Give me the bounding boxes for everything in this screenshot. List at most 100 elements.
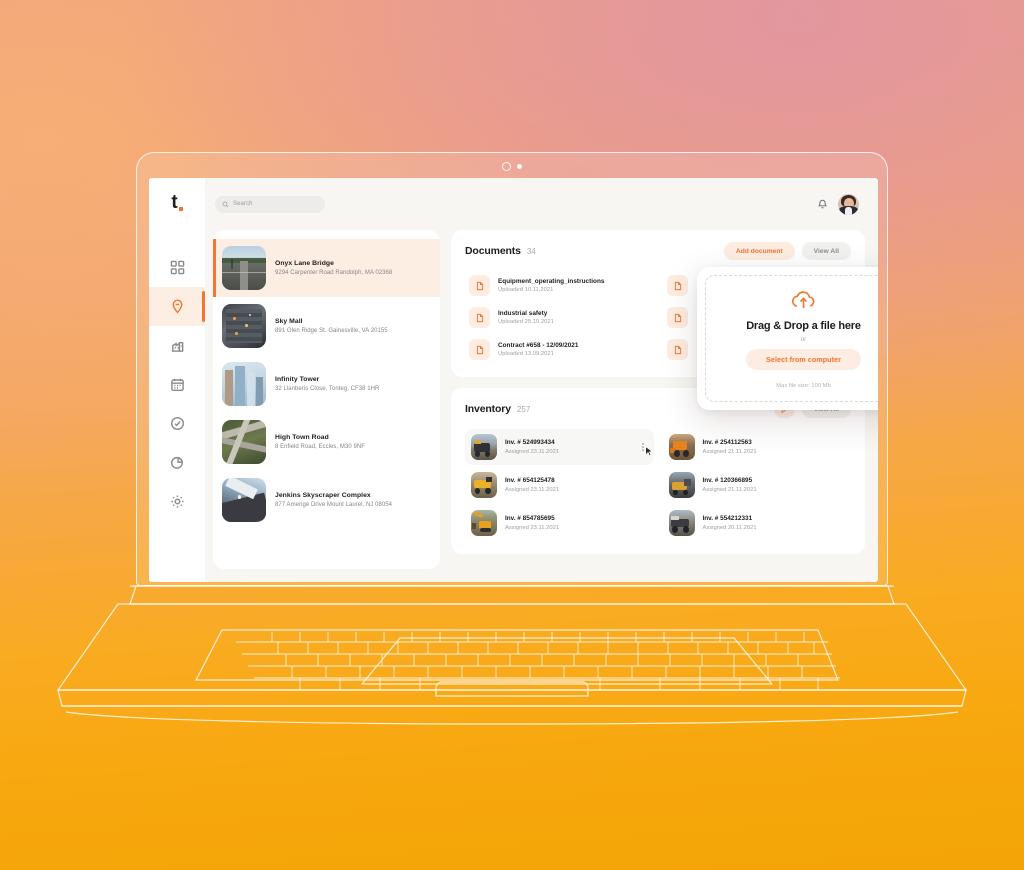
sidebar-item-tasks[interactable]	[149, 404, 205, 443]
document-name: Equipment_operating_instructions	[498, 277, 605, 285]
bell-icon	[817, 199, 828, 208]
document-item[interactable]: Equipment_operating_instructions Uploade…	[465, 271, 653, 300]
property-address: 8 Enfield Road, Eccles, M30 9NF	[275, 444, 365, 450]
upload-max-size: Max file size: 100 Mb	[776, 382, 831, 389]
document-item[interactable]: Industrial safety Uploaded 25.10.2021	[465, 303, 653, 332]
sidebar-nav	[149, 248, 205, 521]
sidebar-item-dashboard[interactable]	[149, 248, 205, 287]
select-from-computer-button[interactable]: Select from computer	[746, 348, 861, 370]
search-placeholder: Search	[233, 201, 253, 207]
property-list-item[interactable]: Sky Mall 891 Glen Ridge St. Gainesville,…	[213, 297, 440, 355]
app-logo[interactable]: t	[171, 192, 183, 213]
sidebar-item-sites[interactable]	[149, 326, 205, 365]
property-list-item[interactable]: High Town Road 8 Enfield Road, Eccles, M…	[213, 413, 440, 471]
inventory-name: Inv. # 854785695	[505, 515, 555, 523]
calendar-icon	[170, 378, 184, 392]
documents-title: Documents	[465, 245, 521, 257]
inventory-text: Inv. # 254112563 Assigned 21.11.2021	[703, 439, 757, 455]
document-text: Equipment_operating_instructions Uploade…	[498, 278, 604, 294]
properties-panel: Onyx Lane Bridge 9294 Carpenter Road Ran…	[213, 230, 440, 569]
document-name: Contract #658 - 12/09/2021	[498, 341, 579, 349]
property-thumbnail	[222, 478, 266, 522]
inventory-text: Inv. # 854785695 Assigned 23.11.2021	[505, 515, 559, 531]
avatar[interactable]	[838, 193, 859, 215]
upload-modal[interactable]: Drag & Drop a file here or Select from c…	[697, 267, 878, 410]
mouse-cursor	[645, 446, 654, 458]
documents-view-all-button[interactable]: View All	[801, 242, 851, 260]
document-file-icon	[469, 275, 490, 296]
document-item[interactable]: Contract #658 - 12/09/2021 Uploaded 13.0…	[465, 335, 653, 364]
property-text: Jenkins Skyscraper Complex 877 Amerige D…	[275, 492, 392, 508]
inventory-item[interactable]: Inv. # 524993434 Assigned 23.11.2021	[465, 429, 654, 465]
property-list-item[interactable]: Infinity Tower 32 Llanberis Close, Tonte…	[213, 355, 440, 413]
search-box[interactable]: Search	[215, 195, 325, 213]
property-address: 9294 Carpenter Road Randolph, MA 02368	[275, 270, 393, 276]
top-bar-actions	[817, 193, 863, 215]
sidebar: t	[149, 178, 205, 582]
inventory-panel: Inventory 257 View All	[451, 388, 865, 554]
property-thumbnail	[222, 304, 266, 348]
inventory-item[interactable]: Inv. # 254112563 Assigned 21.11.2021	[663, 429, 852, 465]
documents-actions: Add document View All	[723, 242, 851, 260]
property-thumbnail	[222, 246, 266, 290]
laptop-base	[0, 560, 1024, 745]
inventory-list: Inv. # 524993434 Assigned 23.11.2021 Inv…	[465, 429, 851, 541]
document-file-icon	[469, 339, 490, 360]
upload-dropzone[interactable]: Drag & Drop a file here or Select from c…	[705, 275, 878, 402]
camera-indicator-dot	[517, 164, 522, 169]
sidebar-item-projects[interactable]	[149, 287, 205, 326]
inventory-assigned: Assigned 23.11.2021	[505, 486, 560, 493]
inventory-item[interactable]: Inv. # 654125478 Assigned 23.11.2021	[465, 467, 654, 503]
property-list-item[interactable]: Jenkins Skyscraper Complex 877 Amerige D…	[213, 471, 440, 529]
inventory-title: Inventory	[465, 403, 511, 415]
cloud-upload-icon	[789, 289, 818, 311]
inventory-assigned: Assigned 23.11.2021	[505, 524, 560, 531]
inventory-item[interactable]: Inv. # 854785695 Assigned 23.11.2021	[465, 505, 654, 541]
documents-header: Documents 34 Add document View All	[465, 242, 851, 260]
inventory-thumbnail	[471, 472, 497, 498]
property-title: Jenkins Skyscraper Complex	[275, 492, 371, 499]
property-title: High Town Road	[275, 434, 329, 441]
upload-title: Drag & Drop a file here	[746, 319, 861, 332]
camera-icon	[502, 162, 511, 171]
top-bar: Search	[213, 178, 865, 230]
document-file-icon	[667, 275, 688, 296]
add-document-button[interactable]: Add document	[723, 242, 795, 260]
inventory-text: Inv. # 120366895 Assigned 21.11.2021	[703, 477, 757, 493]
laptop-mockup: t Search Onyx Lane Bridge 9294 Carpenter…	[0, 0, 1024, 870]
laptop-camera-notch	[502, 162, 522, 171]
laptop-screen: t Search Onyx Lane Bridge 9294 Carpenter…	[149, 178, 878, 582]
property-text: High Town Road 8 Enfield Road, Eccles, M…	[275, 434, 365, 450]
inventory-name: Inv. # 120366895	[702, 477, 753, 485]
inventory-text: Inv. # 554212331 Assigned 20.11.2021	[703, 515, 757, 531]
property-list-item[interactable]: Onyx Lane Bridge 9294 Carpenter Road Ran…	[213, 239, 440, 297]
sidebar-item-calendar[interactable]	[149, 365, 205, 404]
properties-top-spacer	[213, 230, 440, 239]
document-uploaded: Uploaded 25.10.2021	[498, 319, 554, 326]
inventory-item[interactable]: Inv. # 554212331 Assigned 20.11.2021	[663, 505, 852, 541]
sidebar-item-settings[interactable]	[149, 482, 205, 521]
avatar-shirt	[845, 206, 852, 215]
inventory-assigned: Assigned 20.11.2021	[702, 524, 757, 531]
sidebar-item-reports[interactable]	[149, 443, 205, 482]
laptop-base-wireframe	[56, 585, 968, 725]
logo-dot	[178, 207, 183, 211]
property-address: 891 Glen Ridge St. Gainesville, VA 20155	[275, 328, 388, 334]
property-address: 877 Amerige Drive Mount Laurel, NJ 08054	[275, 502, 393, 508]
notifications-button[interactable]	[817, 199, 828, 210]
inventory-name: Inv. # 254112563	[702, 439, 752, 447]
inventory-assigned: Assigned 21.11.2021	[702, 448, 757, 455]
inventory-thumbnail	[668, 434, 695, 460]
upload-or-divider: or	[800, 336, 807, 343]
inventory-count: 257	[516, 404, 531, 414]
inventory-assigned: Assigned 21.11.2021	[702, 486, 757, 493]
gear-icon	[171, 495, 183, 508]
clock-check-icon	[170, 416, 184, 431]
inventory-thumbnail	[471, 510, 497, 536]
document-file-icon	[469, 307, 490, 328]
property-text: Sky Mall 891 Glen Ridge St. Gainesville,…	[275, 318, 388, 334]
inventory-item[interactable]: Inv. # 120366895 Assigned 21.11.2021	[663, 467, 852, 503]
property-address: 32 Llanberis Close, Tonteg, CF38 1HR	[275, 386, 380, 392]
document-uploaded: Uploaded 10.11.2021	[498, 287, 554, 294]
logo-text: t	[171, 192, 178, 213]
